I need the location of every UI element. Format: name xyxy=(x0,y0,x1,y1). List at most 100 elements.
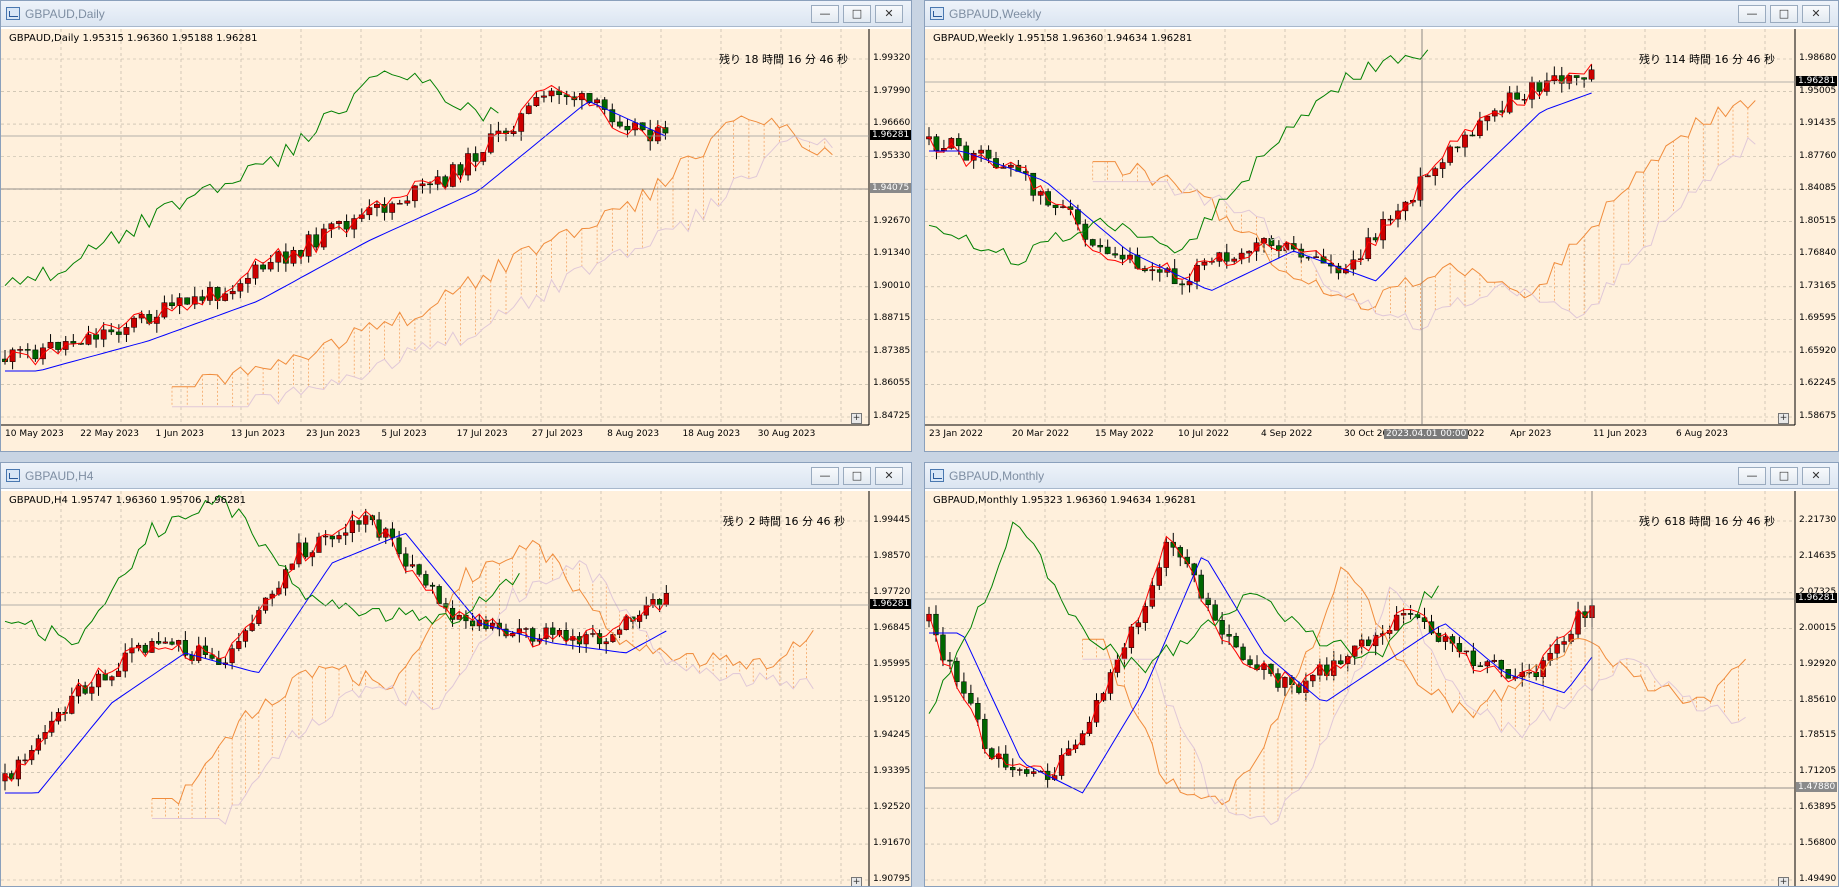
chart-window-h4[interactable]: GBPAUD,H4 — □ ✕ GBPAUD,H4 1.95747 1.9636… xyxy=(0,462,912,887)
candle-body xyxy=(102,673,108,681)
price-tick-label: 1.99320 xyxy=(873,53,911,63)
maximize-button[interactable]: □ xyxy=(843,5,871,23)
candle-body xyxy=(427,183,433,186)
candle-body xyxy=(510,131,517,134)
titlebar[interactable]: GBPAUD,H4 — □ ✕ xyxy=(1,463,911,489)
candle-body xyxy=(416,564,422,575)
candle-body xyxy=(1212,604,1218,621)
price-tick-label: 1.73165 xyxy=(1799,280,1837,291)
titlebar[interactable]: GBPAUD,Monthly — □ ✕ xyxy=(925,463,1838,489)
candle-body xyxy=(1484,661,1491,667)
maximize-button[interactable]: □ xyxy=(1770,5,1798,23)
candle-body xyxy=(1470,650,1477,666)
bid-price-badge: 1.96281 xyxy=(870,130,911,140)
candle-body xyxy=(62,341,69,350)
candle-body xyxy=(1179,283,1185,286)
time-tick-label: 30 Aug 2023 xyxy=(757,429,816,439)
candle-body xyxy=(603,641,609,645)
price-tick-label: 1.92670 xyxy=(873,215,911,226)
candle-body xyxy=(1432,168,1439,176)
candle-body xyxy=(1246,250,1252,254)
ohlc-info-line: GBPAUD,Monthly 1.95323 1.96360 1.94634 1… xyxy=(933,495,1197,506)
chart-plot-area[interactable]: GBPAUD,Daily 1.95315 1.96360 1.95188 1.9… xyxy=(1,29,911,451)
chart-plot-area[interactable]: GBPAUD,H4 1.95747 1.96360 1.95706 1.9628… xyxy=(1,491,911,886)
candle-body xyxy=(75,685,82,697)
price-tick-label: 1.92920 xyxy=(1799,658,1837,669)
close-button[interactable]: ✕ xyxy=(1802,467,1830,485)
maximize-button[interactable]: □ xyxy=(1770,467,1798,485)
candle-body xyxy=(1135,622,1142,628)
candle-body xyxy=(523,628,529,630)
candle-body xyxy=(229,648,235,664)
candle-body xyxy=(89,686,95,694)
chart-window-daily[interactable]: GBPAUD,Daily — □ ✕ GBPAUD,Daily 1.95315 … xyxy=(0,0,912,452)
candle-body xyxy=(1588,69,1595,80)
candle-body xyxy=(32,349,39,360)
candle-body xyxy=(449,164,456,187)
close-button[interactable]: ✕ xyxy=(875,5,903,23)
time-tick-label: 17 Jul 2023 xyxy=(456,429,508,439)
candle-body xyxy=(530,628,536,642)
bid-price-badge: 1.96281 xyxy=(870,599,911,609)
price-tick-label: 1.91340 xyxy=(873,248,911,259)
chikou-line xyxy=(928,521,1439,714)
price-tick-label: 1.71205 xyxy=(1799,766,1837,777)
bar-countdown: 残り 2 時間 16 分 46 秒 xyxy=(723,515,845,528)
candle-body xyxy=(70,341,77,344)
close-button[interactable]: ✕ xyxy=(875,467,903,485)
minimize-button[interactable]: — xyxy=(1738,467,1766,485)
price-tick-label: 1.98680 xyxy=(1799,53,1837,63)
candle-body xyxy=(336,221,342,224)
maximize-button[interactable]: □ xyxy=(843,467,871,485)
chart-plot-area[interactable]: GBPAUD,Weekly 1.95158 1.96360 1.94634 1.… xyxy=(925,29,1838,451)
candle-body xyxy=(1338,660,1344,665)
minimize-button[interactable]: — xyxy=(811,5,839,23)
candle-body xyxy=(176,640,182,645)
time-tick-label: Apr 2023 xyxy=(1510,429,1552,439)
chart-window-monthly[interactable]: GBPAUD,Monthly — □ ✕ GBPAUD,Monthly 1.95… xyxy=(924,462,1839,887)
price-tick-label: 1.97720 xyxy=(873,586,911,597)
candle-body xyxy=(236,641,242,649)
price-tick-label: 1.65920 xyxy=(1799,345,1837,356)
minimize-button[interactable]: — xyxy=(811,467,839,485)
candle-body xyxy=(363,515,369,525)
kijun-line xyxy=(5,532,667,794)
price-tick-label: 1.91435 xyxy=(1799,118,1837,129)
candle-body xyxy=(541,95,547,98)
candle-body xyxy=(1171,268,1178,285)
candle-body xyxy=(389,203,396,213)
window-title: GBPAUD,Daily xyxy=(25,7,105,21)
titlebar[interactable]: GBPAUD,Daily — □ ✕ xyxy=(1,1,911,27)
zoom-plus-button[interactable]: + xyxy=(851,413,862,424)
senkou-span-b xyxy=(1082,586,1746,826)
candle-body xyxy=(85,334,92,345)
chart-window-weekly[interactable]: GBPAUD,Weekly — □ ✕ GBPAUD,Weekly 1.9515… xyxy=(924,0,1839,452)
candle-body xyxy=(256,610,262,625)
price-tick-label: 1.97990 xyxy=(873,85,911,96)
candle-body xyxy=(968,693,974,704)
zoom-plus-button[interactable]: + xyxy=(1778,413,1789,424)
minimize-button[interactable]: — xyxy=(1738,5,1766,23)
candle-body xyxy=(356,520,362,525)
window-title: GBPAUD,Monthly xyxy=(949,469,1045,483)
price-tick-label: 1.84725 xyxy=(873,411,911,421)
chart-plot-area[interactable]: GBPAUD,Monthly 1.95323 1.96360 1.94634 1… xyxy=(925,491,1838,886)
candle-body xyxy=(1442,636,1449,642)
candle-body xyxy=(1219,620,1225,635)
time-tick-label: 4 Sep 2022 xyxy=(1261,429,1313,439)
titlebar[interactable]: GBPAUD,Weekly — □ ✕ xyxy=(925,1,1838,27)
zoom-plus-button[interactable]: + xyxy=(1778,877,1789,886)
chart-window-icon xyxy=(930,469,944,482)
kijun-line xyxy=(929,92,1592,291)
candle-body xyxy=(313,234,320,248)
time-tick-label: 15 May 2022 xyxy=(1095,429,1154,439)
price-tick-label: 1.63895 xyxy=(1799,802,1837,813)
candle-body xyxy=(1024,769,1030,774)
price-tick-label: 1.95005 xyxy=(1799,85,1837,96)
candle-body xyxy=(343,532,349,536)
price-tick-label: 1.80515 xyxy=(1799,215,1837,226)
candle-body xyxy=(55,341,62,350)
candle-body xyxy=(1296,684,1302,693)
close-button[interactable]: ✕ xyxy=(1802,5,1830,23)
zoom-plus-button[interactable]: + xyxy=(851,877,862,886)
